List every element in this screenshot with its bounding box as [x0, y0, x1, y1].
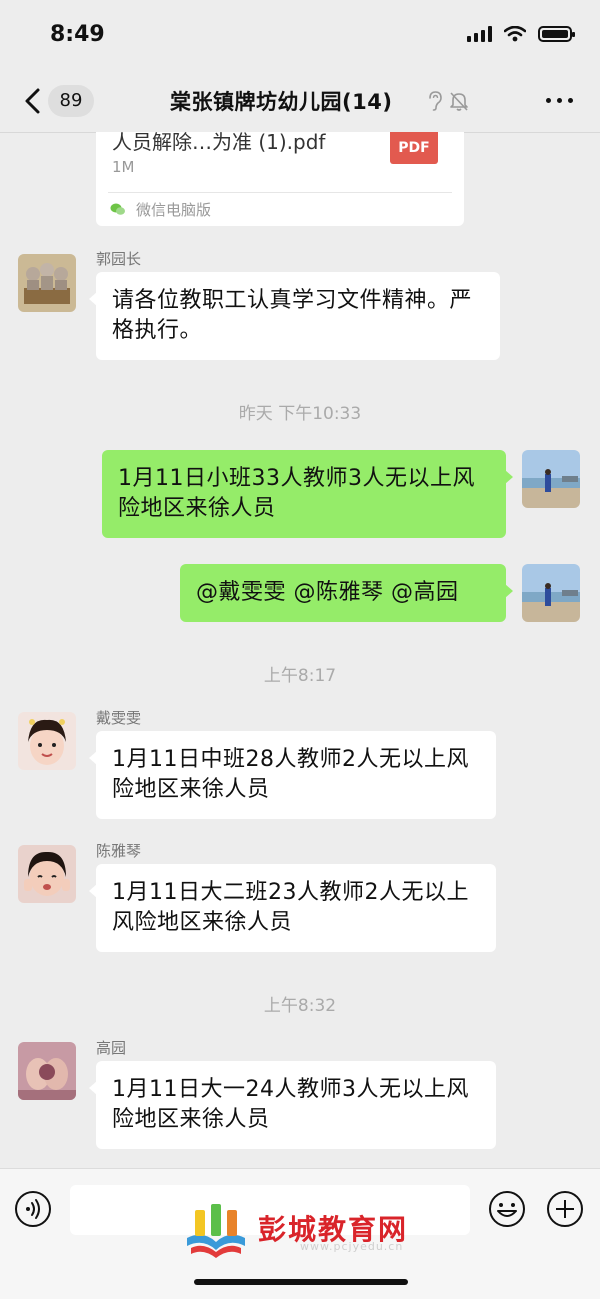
mute-bell-icon [450, 92, 468, 111]
ear-icon [429, 91, 442, 111]
avatar[interactable] [18, 712, 76, 770]
wifi-icon [504, 26, 526, 42]
message-bubble[interactable]: 1月11日中班28人教师2人无以上风险地区来徐人员 [89, 731, 496, 819]
voice-input-icon[interactable] [14, 1190, 52, 1228]
message-bubble[interactable]: 1月11日大二班23人教师2人无以上风险地区来徐人员 [89, 864, 496, 952]
avatar[interactable] [522, 564, 580, 622]
status-time: 8:49 [50, 22, 105, 47]
watermark-book-logo [187, 1204, 245, 1258]
timestamp: 上午8:32 [263, 996, 337, 1016]
sender-name: 郭园长 [96, 250, 142, 268]
message-bubble[interactable]: @戴雯雯 @陈雅琴 @高园 [180, 564, 513, 622]
signal-icon [467, 26, 492, 42]
pdf-label: PDF [398, 140, 430, 156]
child-avatar-image [18, 845, 76, 903]
message-bubble[interactable]: 请各位教职工认真学习文件精神。严格执行。 [89, 272, 500, 360]
back-arrow-icon[interactable] [18, 84, 48, 118]
avatar[interactable] [18, 845, 76, 903]
status-icons [467, 26, 575, 42]
seaside-photo-avatar-image [522, 564, 580, 622]
girl-avatar-image [18, 712, 76, 770]
avatar[interactable] [18, 254, 76, 312]
sender-name: 陈雅琴 [96, 842, 142, 860]
file-source: 微信电脑版 [136, 201, 212, 219]
timestamp: 上午8:17 [263, 666, 337, 686]
avatar[interactable] [522, 450, 580, 508]
hands-avatar-image [18, 1042, 76, 1100]
sender-name: 戴雯雯 [96, 709, 142, 727]
file-name: 人员解除…为准 (1).pdf [112, 132, 326, 154]
seaside-photo-avatar-image [522, 450, 580, 508]
pdf-file-icon: PDF [390, 132, 438, 164]
unread-count-badge[interactable]: 89 [48, 85, 94, 117]
more-options-icon[interactable] [546, 98, 573, 103]
file-size: 1M [112, 158, 135, 176]
chat-title: 棠张镇牌坊幼儿园(14) [170, 90, 393, 114]
emoji-icon[interactable] [488, 1190, 526, 1228]
message-bubble[interactable]: 1月11日小班33人教师3人无以上风险地区来徐人员 [102, 450, 513, 538]
message-bubble[interactable]: 1月11日大一24人教师3人无以上风险地区来徐人员 [89, 1061, 496, 1149]
file-message-card[interactable]: 人员解除…为准 (1).pdf PDF 1M 微信电脑版 [96, 132, 464, 226]
divider [108, 192, 452, 193]
sender-name: 高园 [96, 1039, 127, 1057]
timestamp: 昨天 下午10:33 [238, 404, 362, 424]
chat-header: 89 棠张镇牌坊幼儿园(14) [0, 70, 600, 133]
wechat-icon [110, 203, 125, 215]
plus-icon[interactable] [546, 1190, 584, 1228]
figurines-avatar-image [18, 254, 76, 312]
avatar[interactable] [18, 1042, 76, 1100]
battery-icon [538, 26, 575, 42]
status-bar: 8:49 [0, 0, 600, 70]
home-indicator [194, 1279, 408, 1285]
watermark-url: www.pcjyedu.cn [300, 1240, 404, 1253]
